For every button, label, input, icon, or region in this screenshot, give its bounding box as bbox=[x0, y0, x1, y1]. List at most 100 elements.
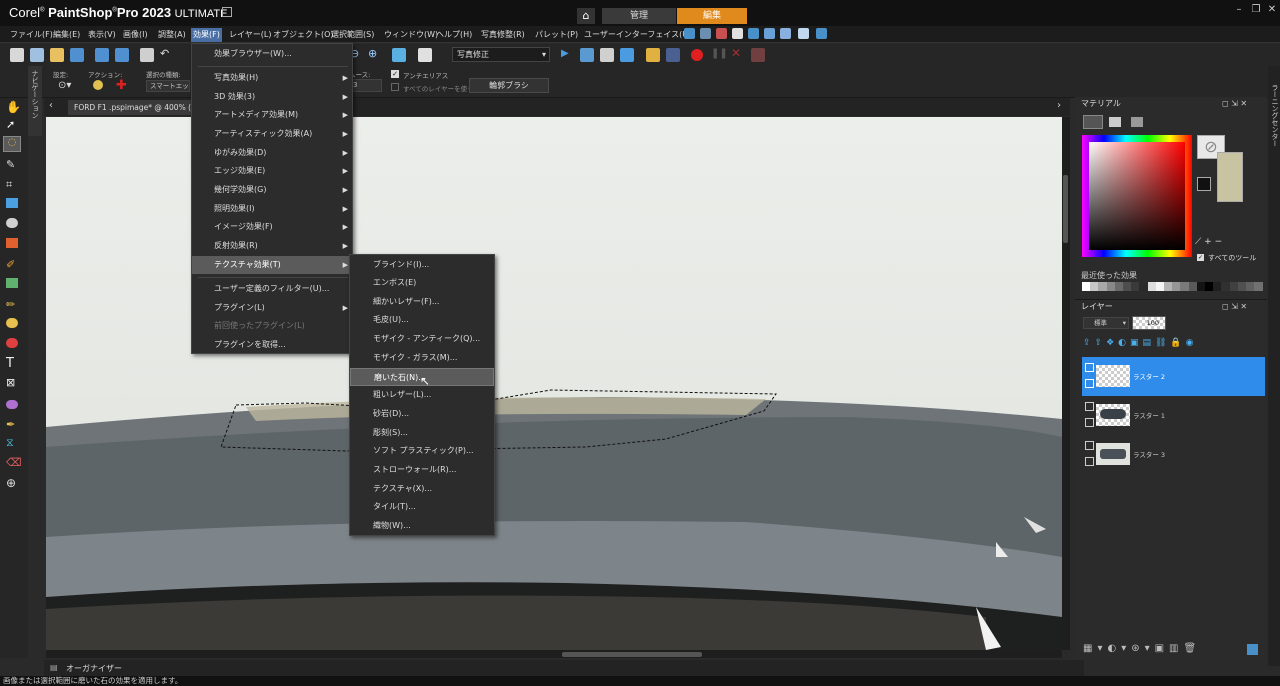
red-eye-tool-icon[interactable] bbox=[6, 218, 18, 228]
plugins-item[interactable]: プラグイン(L) ▶ bbox=[192, 299, 352, 317]
home-icon[interactable]: ⌂ bbox=[577, 8, 595, 24]
open-icon[interactable] bbox=[50, 48, 64, 62]
menu-adjust[interactable]: 調整(A) bbox=[156, 28, 188, 42]
panel-options-icon[interactable]: ◻ ⇲ ✕ bbox=[1222, 99, 1247, 108]
preset-shape-icon[interactable]: ⊠ bbox=[6, 376, 15, 389]
sculpture-item[interactable]: 彫刻(S)... bbox=[350, 424, 494, 442]
tab-scroll-right-icon[interactable]: › bbox=[1057, 100, 1061, 111]
menu-palettes[interactable]: パレット(P) bbox=[533, 28, 580, 42]
all-layers-checkbox[interactable] bbox=[391, 83, 399, 91]
scan-icon[interactable] bbox=[70, 48, 84, 62]
lock-icon[interactable] bbox=[1085, 379, 1094, 388]
menu-layers[interactable]: レイヤー(L) bbox=[227, 28, 273, 42]
action-icon[interactable] bbox=[93, 80, 103, 90]
edge-effects-item[interactable]: エッジ効果(E) ▶ bbox=[192, 162, 352, 180]
play-icon[interactable]: ▶ bbox=[561, 48, 569, 59]
artistic-effects-item[interactable]: アーティスティック効果(A) ▶ bbox=[192, 125, 352, 143]
photo-effects-item[interactable]: 写真効果(H) ▶ bbox=[192, 69, 352, 87]
menu-window[interactable]: ウィンドウ(W) bbox=[382, 28, 440, 42]
menu-help[interactable]: ヘルプ(H) bbox=[434, 28, 474, 42]
tab-edit[interactable]: 編集 bbox=[677, 8, 747, 24]
menu-photo-fix[interactable]: 写真修整(R) bbox=[479, 28, 527, 42]
menu-effects[interactable]: 効果(F) bbox=[191, 28, 222, 42]
sandstone-item[interactable]: 砂岩(D)... bbox=[350, 405, 494, 423]
antialias-checkbox[interactable]: ✓ bbox=[391, 70, 399, 78]
workspace-icon[interactable] bbox=[700, 28, 711, 39]
workspace-icon[interactable] bbox=[684, 28, 695, 39]
lasso-preset-icon[interactable]: ⊙▾ bbox=[58, 80, 71, 91]
close-icon[interactable]: ✕ bbox=[1265, 4, 1279, 18]
lock-icon[interactable] bbox=[1085, 457, 1094, 466]
emboss-item[interactable]: エンボス(E) bbox=[350, 274, 494, 292]
add-tool-icon[interactable]: ⊕ bbox=[6, 476, 16, 490]
makeover-tool-icon[interactable] bbox=[6, 238, 18, 248]
mosaic-antique-item[interactable]: モザイク - アンティーク(Q)... bbox=[350, 330, 494, 348]
fit-icon[interactable] bbox=[392, 48, 406, 62]
soft-plastic-item[interactable]: ソフト プラスティック(P)... bbox=[350, 442, 494, 460]
smoothing-input[interactable]: 3 bbox=[349, 79, 382, 92]
layer-row-raster3[interactable]: ラスター 3 bbox=[1082, 435, 1265, 474]
get-plugins-item[interactable]: プラグインを取得... bbox=[192, 336, 352, 354]
rainbow-tab-icon[interactable] bbox=[1109, 117, 1121, 127]
vertical-scroll-thumb[interactable] bbox=[1063, 175, 1068, 243]
straighten-tool-icon[interactable] bbox=[6, 198, 18, 208]
texture-item[interactable]: テクスチャ(X)... bbox=[350, 480, 494, 498]
pause-icon[interactable]: ❚❚ bbox=[711, 48, 728, 59]
tiles-item[interactable]: タイル(T)... bbox=[350, 498, 494, 516]
rough-leather-item[interactable]: 粗いレザー(L)... bbox=[350, 386, 494, 404]
straw-wall-item[interactable]: ストローウォール(R)... bbox=[350, 461, 494, 479]
layers-panel-options-icon[interactable]: ◻ ⇲ ✕ bbox=[1222, 302, 1247, 311]
maximize-icon[interactable]: ❐ bbox=[1249, 4, 1263, 18]
ellipse-tool-icon[interactable] bbox=[6, 400, 18, 409]
new-file-icon[interactable] bbox=[10, 48, 24, 62]
learning-center-tab[interactable]: ラーニングセンター bbox=[1268, 66, 1280, 666]
palette-icon[interactable] bbox=[816, 28, 827, 39]
menu-view[interactable]: 表示(V) bbox=[86, 28, 118, 42]
menu-file[interactable]: ファイル(F) bbox=[8, 28, 55, 42]
lock-icon[interactable] bbox=[1085, 418, 1094, 427]
dodge-tool-icon[interactable]: ✏ bbox=[6, 298, 15, 311]
print-icon[interactable] bbox=[140, 48, 154, 62]
reflection-effects-item[interactable]: 反射効果(R) ▶ bbox=[192, 237, 352, 255]
pan-tool-icon[interactable]: ✋ bbox=[6, 100, 21, 114]
layer-row-raster2[interactable]: ラスター 2 bbox=[1082, 357, 1265, 396]
clone-tool-icon[interactable] bbox=[6, 278, 18, 288]
tab-manage[interactable]: 管理 bbox=[602, 8, 676, 24]
checkmark-icon[interactable] bbox=[1247, 644, 1258, 655]
text-tool-icon[interactable]: T bbox=[6, 356, 14, 371]
color-changer-icon[interactable] bbox=[6, 338, 18, 348]
folder-icon[interactable] bbox=[646, 48, 660, 62]
menu-user-interface[interactable]: ユーザーインターフェイス(U) bbox=[582, 28, 693, 42]
fur-item[interactable]: 毛皮(U)... bbox=[350, 311, 494, 329]
color-picker-square[interactable] bbox=[1089, 142, 1185, 250]
workspace-preset-select[interactable]: 写真修正 ▾ bbox=[452, 47, 550, 62]
horizontal-scrollbar[interactable] bbox=[46, 650, 1062, 658]
horizontal-scroll-thumb[interactable] bbox=[562, 652, 702, 657]
save-icon[interactable] bbox=[95, 48, 109, 62]
fine-leather-item[interactable]: 細かいレザー(F)... bbox=[350, 293, 494, 311]
fill-tool-icon[interactable] bbox=[6, 318, 18, 328]
zoom-in-icon[interactable]: ⊕ bbox=[368, 47, 377, 60]
3d-effects-item[interactable]: 3D 効果(3) ▶ bbox=[192, 88, 352, 106]
background-color-swatch[interactable] bbox=[1217, 152, 1243, 202]
lasso-tool-icon[interactable]: ◌ bbox=[3, 136, 21, 152]
new-from-template-icon[interactable] bbox=[30, 48, 44, 62]
effects-browser-item[interactable]: 効果ブラウザー(W)... bbox=[192, 45, 352, 63]
palette-icon[interactable] bbox=[764, 28, 775, 39]
undo-icon[interactable]: ↶ bbox=[160, 47, 169, 60]
blinds-item[interactable]: ブラインド(I)... bbox=[350, 256, 494, 274]
edge-brush-button[interactable]: 輪郭ブラシ bbox=[469, 78, 549, 93]
selection-type-select[interactable]: スマートエッジ bbox=[146, 80, 190, 92]
edit-script-icon[interactable] bbox=[600, 48, 614, 62]
user-defined-filter-item[interactable]: ユーザー定義のフィルター(U)... bbox=[192, 280, 352, 298]
save-script-icon[interactable] bbox=[751, 48, 765, 62]
navigation-panel-tab[interactable]: ナビゲーション bbox=[28, 66, 42, 136]
blend-mode-select[interactable]: 標準 ▾ bbox=[1083, 317, 1129, 329]
window-menu-icon[interactable] bbox=[222, 7, 232, 17]
tab-scroll-left-icon[interactable]: ‹ bbox=[49, 100, 53, 111]
illumination-effects-item[interactable]: 照明効果(I) ▶ bbox=[192, 200, 352, 218]
art-media-effects-item[interactable]: アートメディア効果(M) ▶ bbox=[192, 106, 352, 124]
brush-tool-icon[interactable]: ✐ bbox=[6, 258, 15, 271]
foreground-color-swatch[interactable] bbox=[1197, 177, 1211, 191]
pen-tool-icon[interactable]: ✒ bbox=[6, 418, 15, 431]
